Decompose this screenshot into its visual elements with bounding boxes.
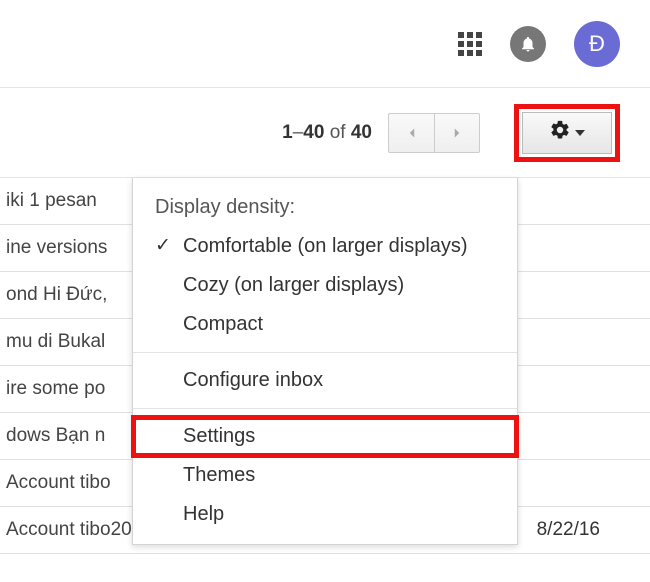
settings-dropdown: Display density: Comfortable (on larger … (132, 178, 518, 545)
message-count: 1–40 of 40 (282, 122, 372, 144)
separator (133, 408, 517, 409)
list-toolbar: 1–40 of 40 (0, 88, 650, 178)
notifications-icon[interactable] (510, 26, 546, 62)
prev-button[interactable] (388, 113, 434, 153)
content-area: iki 1 pesan ine versions ond Hi Đức, mu … (0, 178, 650, 554)
help-item[interactable]: Help (133, 495, 517, 534)
top-bar: Đ (0, 0, 650, 88)
next-button[interactable] (434, 113, 480, 153)
caret-down-icon (575, 130, 585, 136)
separator (133, 352, 517, 353)
mail-date: 8/22/16 (537, 519, 600, 541)
pagination (388, 113, 480, 153)
themes-item[interactable]: Themes (133, 456, 517, 495)
settings-item[interactable]: Settings (133, 417, 517, 456)
configure-inbox[interactable]: Configure inbox (133, 361, 517, 400)
highlight-gear (514, 104, 620, 162)
apps-icon[interactable] (458, 32, 482, 56)
density-compact[interactable]: Compact (133, 305, 517, 344)
avatar[interactable]: Đ (574, 21, 620, 67)
density-cozy[interactable]: Cozy (on larger displays) (133, 266, 517, 305)
density-comfortable[interactable]: Comfortable (on larger displays) (133, 227, 517, 266)
avatar-letter: Đ (589, 31, 605, 57)
settings-gear-button[interactable] (522, 112, 612, 154)
gear-icon (549, 119, 571, 146)
dropdown-section-title: Display density: (133, 192, 517, 227)
